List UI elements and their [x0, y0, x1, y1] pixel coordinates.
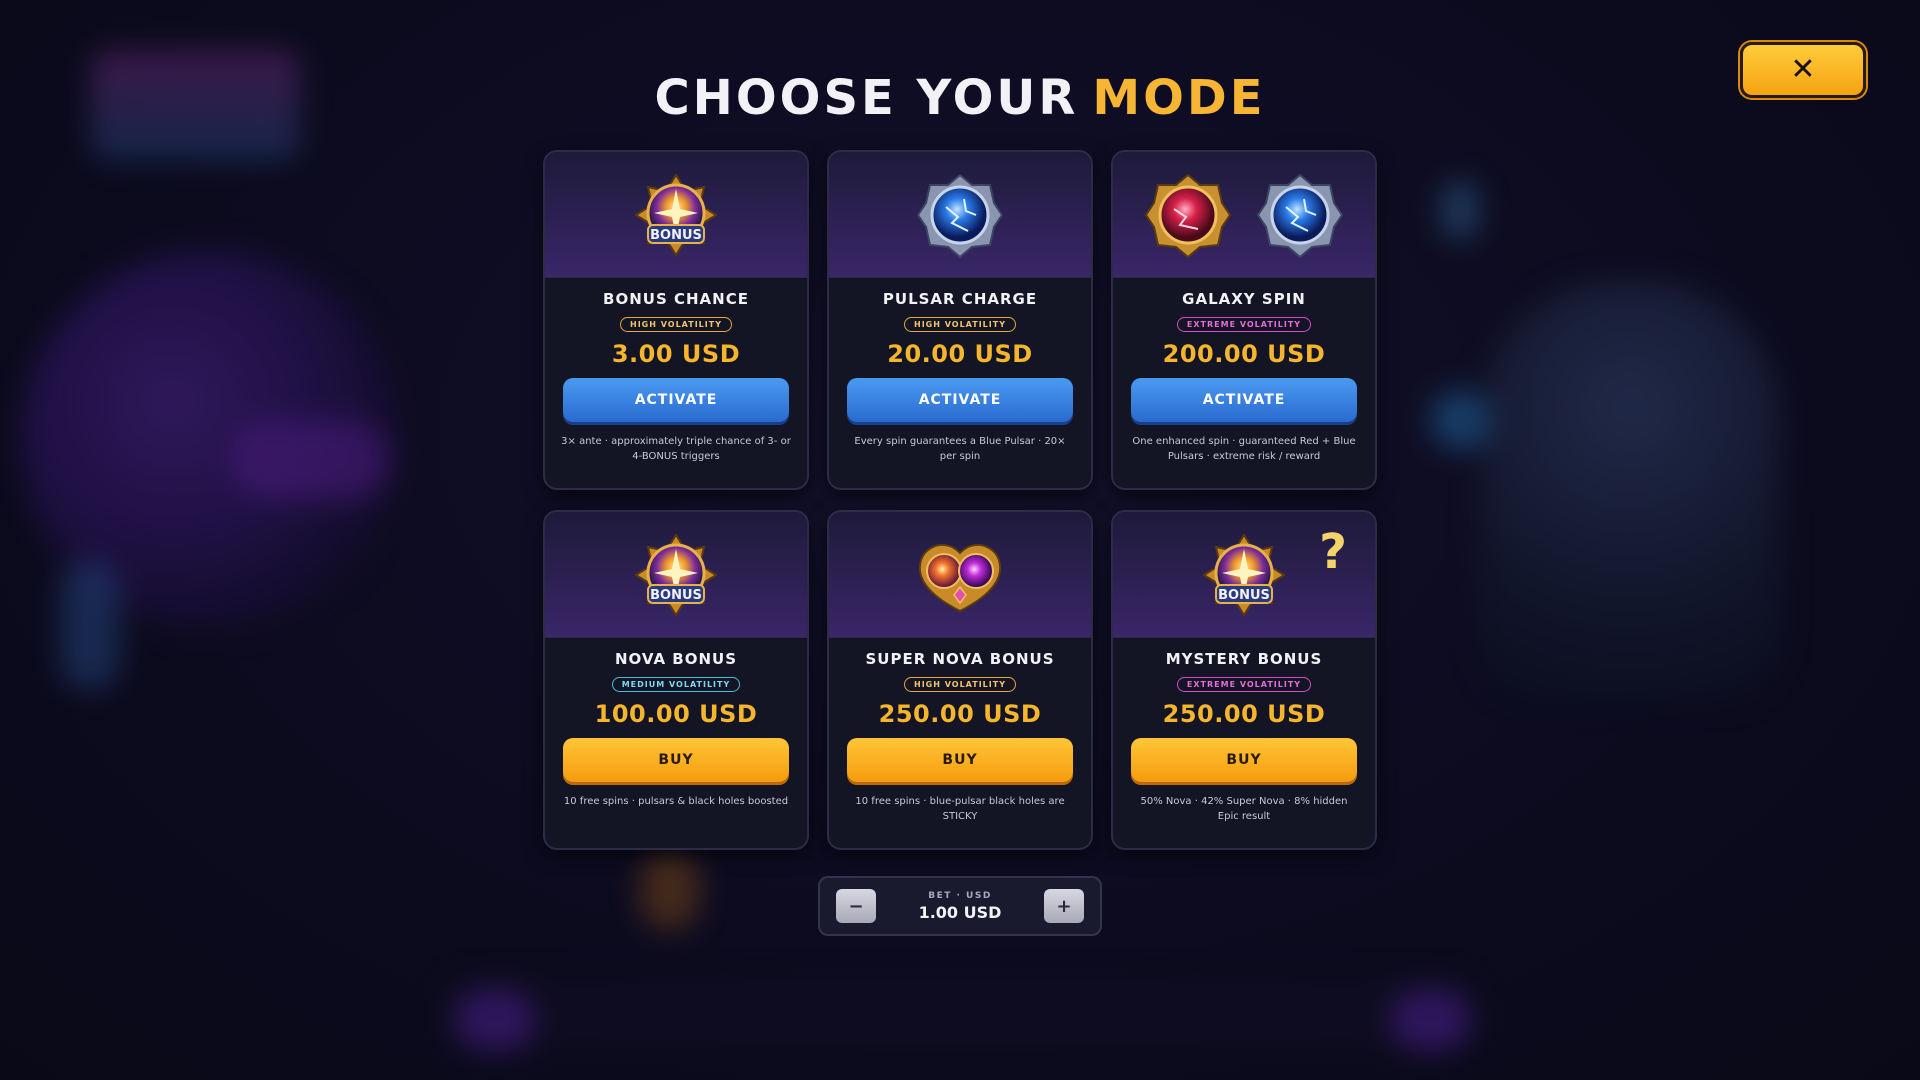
mode-card-mystery-bonus: BONUS ? MYSTERY BONUS EXTREME VOLATILITY…	[1111, 510, 1377, 850]
buy-button[interactable]: BUY	[1131, 738, 1357, 782]
card-artwork: BONUS ?	[1113, 512, 1375, 638]
card-price: 200.00 USD	[1162, 340, 1326, 368]
bet-value: 1.00 USD	[918, 902, 1002, 922]
bet-control: − BET · USD 1.00 USD +	[818, 876, 1102, 936]
card-price: 250.00 USD	[878, 700, 1042, 728]
mode-card-galaxy-spin: GALAXY SPIN EXTREME VOLATILITY 200.00 US…	[1111, 150, 1377, 490]
title-highlight: MODE	[1092, 70, 1266, 126]
super-nova-orb-icon	[912, 531, 1008, 619]
card-price: 20.00 USD	[887, 340, 1033, 368]
card-title: BONUS CHANCE	[603, 290, 749, 308]
card-title: NOVA BONUS	[614, 650, 738, 668]
volatility-badge: EXTREME VOLATILITY	[1176, 317, 1312, 332]
mode-card-grid: BONUS BONUS CHANCE HIGH VOLATILITY 3.00 …	[543, 150, 1379, 850]
activate-button[interactable]: ACTIVATE	[847, 378, 1073, 422]
increase-bet-button[interactable]: +	[1044, 889, 1084, 923]
card-title: SUPER NOVA BONUS	[865, 650, 1055, 668]
mode-card-nova-bonus: BONUS NOVA BONUS MEDIUM VOLATILITY 100.0…	[543, 510, 809, 850]
card-artwork	[829, 152, 1091, 278]
card-description: One enhanced spin · guaranteed Red + Blu…	[1132, 436, 1356, 462]
card-description: 10 free spins · pulsars & black holes bo…	[563, 796, 789, 807]
question-mark-icon: ?	[1319, 524, 1347, 580]
svg-text:BONUS: BONUS	[650, 228, 702, 243]
card-artwork: BONUS	[545, 512, 807, 638]
mode-card-pulsar-charge: PULSAR CHARGE HIGH VOLATILITY 20.00 USD …	[827, 150, 1093, 490]
volatility-badge: EXTREME VOLATILITY	[1176, 677, 1312, 692]
svg-text:BONUS: BONUS	[650, 588, 702, 603]
volatility-badge: HIGH VOLATILITY	[904, 677, 1016, 692]
buy-button[interactable]: BUY	[563, 738, 789, 782]
activate-button[interactable]: ACTIVATE	[1131, 378, 1357, 422]
volatility-badge: HIGH VOLATILITY	[904, 317, 1016, 332]
bet-label: BET · USD	[928, 890, 992, 901]
title-text: CHOOSE YOUR	[654, 70, 1079, 126]
card-description: Every spin guarantees a Blue Pulsar · 20…	[854, 436, 1066, 462]
activate-button[interactable]: ACTIVATE	[563, 378, 789, 422]
close-icon: ✕	[1790, 52, 1816, 87]
card-price: 100.00 USD	[594, 700, 758, 728]
card-description: 50% Nova · 42% Super Nova · 8% hidden Ep…	[1140, 796, 1348, 822]
decrease-bet-button[interactable]: −	[836, 889, 876, 923]
red-pulsar-icon	[1144, 171, 1232, 259]
card-title: GALAXY SPIN	[1182, 290, 1306, 308]
volatility-badge: MEDIUM VOLATILITY	[611, 677, 741, 692]
card-title: PULSAR CHARGE	[882, 290, 1038, 308]
blue-pulsar-icon	[1256, 171, 1344, 259]
bonus-emblem-icon: BONUS	[632, 171, 720, 259]
card-price: 250.00 USD	[1162, 700, 1326, 728]
card-description: 3× ante · approximately triple chance of…	[561, 436, 791, 462]
mode-card-bonus-chance: BONUS BONUS CHANCE HIGH VOLATILITY 3.00 …	[543, 150, 809, 490]
card-price: 3.00 USD	[611, 340, 741, 368]
card-description: 10 free spins · blue-pulsar black holes …	[855, 796, 1065, 822]
bonus-emblem-icon: BONUS	[632, 531, 720, 619]
card-artwork: BONUS	[545, 152, 807, 278]
card-artwork	[829, 512, 1091, 638]
buy-button[interactable]: BUY	[847, 738, 1073, 782]
bonus-emblem-icon: BONUS	[1200, 531, 1288, 619]
blue-pulsar-icon	[916, 171, 1004, 259]
page-title: CHOOSE YOUR MODE	[0, 70, 1920, 126]
card-artwork	[1113, 152, 1375, 278]
svg-text:BONUS: BONUS	[1218, 588, 1270, 603]
card-title: MYSTERY BONUS	[1165, 650, 1323, 668]
mode-card-super-nova-bonus: SUPER NOVA BONUS HIGH VOLATILITY 250.00 …	[827, 510, 1093, 850]
close-button[interactable]: ✕	[1740, 42, 1866, 98]
volatility-badge: HIGH VOLATILITY	[620, 317, 732, 332]
